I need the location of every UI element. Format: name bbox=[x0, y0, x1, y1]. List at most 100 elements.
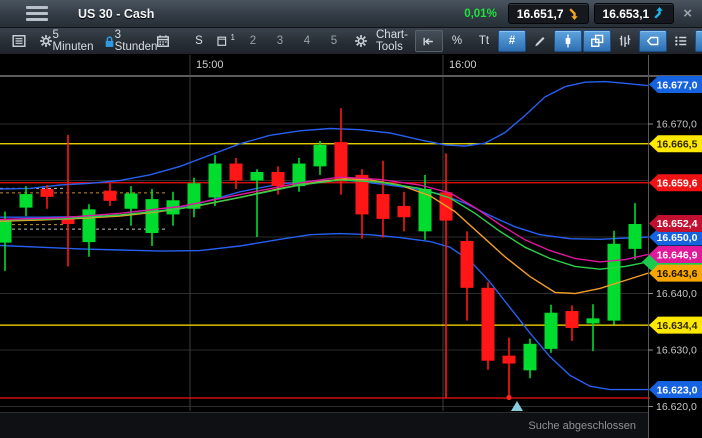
price-axis-label: 16.630,0 bbox=[656, 345, 697, 357]
bollinger-middle-line bbox=[0, 179, 649, 241]
layout-page-1-button[interactable]: 1 bbox=[213, 31, 239, 51]
hamburger-icon bbox=[26, 6, 48, 9]
price-tag-label: 16.677,0 bbox=[657, 79, 698, 91]
price-axis-label: 16.670,0 bbox=[656, 119, 697, 131]
status-message: Suche abgeschlossen bbox=[528, 420, 636, 432]
candle-body bbox=[544, 312, 558, 349]
eraser-button[interactable] bbox=[638, 30, 667, 52]
chart-window: US 30 - Cash 0,01% 16.651,7 16.653,1 × 5… bbox=[0, 0, 702, 438]
price-tag-label: 16.634,4 bbox=[657, 320, 698, 332]
candlestick-type-button[interactable] bbox=[553, 30, 582, 52]
overlapping-windows-icon bbox=[591, 34, 604, 47]
change-percent: 0,01% bbox=[464, 7, 497, 20]
snapshot-button[interactable]: S bbox=[186, 31, 212, 51]
price-tag-label: 16.643,6 bbox=[657, 268, 698, 280]
pattern-tool-button[interactable] bbox=[612, 31, 638, 51]
menu-button[interactable] bbox=[14, 0, 60, 27]
candle-body bbox=[460, 240, 474, 288]
layout-settings-button[interactable] bbox=[348, 31, 374, 51]
candle-body bbox=[82, 209, 96, 243]
candle-body bbox=[628, 224, 642, 249]
price-tag-label: 16.659,6 bbox=[657, 178, 698, 190]
instrument-title: US 30 - Cash bbox=[78, 6, 155, 21]
timeframe-dropdown[interactable]: 5 Minuten bbox=[53, 29, 94, 53]
price-up-arrow-icon bbox=[654, 7, 663, 19]
price-tag-label: 16.623,0 bbox=[657, 384, 698, 396]
price-down-arrow-icon bbox=[568, 8, 578, 20]
lock-icon bbox=[105, 35, 113, 47]
layout-page-2-button[interactable]: 2 bbox=[240, 31, 266, 51]
percent-scale-button[interactable]: % bbox=[444, 31, 470, 51]
watchlist-button[interactable] bbox=[6, 31, 32, 51]
sell-price-button[interactable]: 16.651,7 bbox=[507, 3, 589, 24]
undo-button[interactable] bbox=[414, 30, 443, 52]
page-icon bbox=[217, 36, 227, 46]
page-number: 3 bbox=[276, 35, 284, 47]
layers-lines-icon bbox=[675, 36, 687, 46]
crosshair-tool-button[interactable]: # bbox=[497, 30, 526, 52]
candle-body bbox=[124, 193, 138, 209]
ohlc-bars-icon bbox=[619, 35, 631, 47]
buy-price: 16.653,1 bbox=[602, 6, 650, 21]
candle-body bbox=[523, 343, 537, 371]
candle-body bbox=[334, 142, 348, 182]
list-icon bbox=[12, 35, 26, 47]
page-number: 2 bbox=[249, 35, 257, 47]
candle-body bbox=[19, 194, 33, 208]
title-bar: US 30 - Cash 0,01% 16.651,7 16.653,1 × bbox=[0, 0, 702, 28]
page-number: 5 bbox=[330, 35, 338, 47]
time-label: 15:00 bbox=[196, 59, 224, 71]
gear-icon bbox=[355, 35, 367, 47]
crosshair-icon: # bbox=[508, 35, 516, 47]
candle-body bbox=[481, 287, 495, 361]
price-tag-label: 16.646,9 bbox=[657, 249, 698, 261]
alert-dot-icon bbox=[506, 394, 512, 401]
draw-tool-button[interactable] bbox=[527, 31, 553, 51]
candlestick-icon bbox=[565, 34, 571, 48]
buy-price-button[interactable]: 16.653,1 bbox=[593, 3, 675, 24]
gear-icon bbox=[40, 35, 52, 47]
calendar-icon bbox=[157, 35, 169, 47]
candle-body bbox=[502, 355, 516, 364]
text-icon: Tt bbox=[478, 35, 490, 47]
layout-page-4-button[interactable]: 4 bbox=[294, 31, 320, 51]
candle-body bbox=[397, 205, 411, 218]
candlestick-chart[interactable]: 15:00 16:00 16.670,0 16.640,0 16.630,0 16.620… bbox=[0, 55, 702, 438]
hamburger-icon bbox=[26, 18, 48, 21]
percent-icon: % bbox=[451, 35, 463, 47]
calendar-button[interactable] bbox=[150, 31, 176, 51]
chart-area[interactable]: 15:00 16:00 16.670,0 16.640,0 16.630,0 16.620… bbox=[0, 55, 702, 438]
candle-body bbox=[145, 199, 159, 234]
candle-body bbox=[313, 144, 327, 167]
status-bar: Suche abgeschlossen bbox=[0, 412, 648, 438]
chart-tools-label: Chart-Tools bbox=[376, 29, 408, 53]
sell-price: 16.651,7 bbox=[516, 6, 564, 21]
range-dropdown[interactable]: 3 Stunden bbox=[115, 29, 158, 53]
close-icon[interactable]: × bbox=[683, 6, 692, 21]
price-tag-label: 16.666,5 bbox=[657, 139, 698, 151]
candle-body bbox=[565, 311, 579, 328]
layout-page-5-button[interactable]: 5 bbox=[321, 31, 347, 51]
layout-page-3-button[interactable]: 3 bbox=[267, 31, 293, 51]
toolbar: 5 Minuten 3 Stunden S 1 2 3 4 5 Chart-To… bbox=[0, 28, 702, 55]
compare-button[interactable] bbox=[582, 30, 611, 52]
page-number: 1 bbox=[230, 32, 235, 42]
candle-body bbox=[208, 163, 222, 198]
timeframe-label: 5 Minuten bbox=[52, 29, 94, 53]
time-label: 16:00 bbox=[449, 59, 477, 71]
candle-body bbox=[0, 220, 12, 243]
snapshot-label: S bbox=[195, 35, 203, 47]
edit-indicators-button[interactable] bbox=[694, 30, 702, 52]
text-tool-button[interactable]: Tt bbox=[471, 31, 497, 51]
page-number: 4 bbox=[303, 35, 311, 47]
candle-body bbox=[229, 163, 243, 181]
candle-body bbox=[586, 318, 600, 324]
candle-body bbox=[250, 172, 264, 181]
arrow-left-bar-icon bbox=[423, 37, 434, 45]
indicator-list-button[interactable] bbox=[668, 31, 694, 51]
pencil-icon bbox=[535, 36, 545, 47]
price-axis-label: 16.620,0 bbox=[656, 401, 697, 413]
price-tag-label: 16.650,0 bbox=[657, 232, 698, 244]
eraser-icon bbox=[646, 36, 659, 46]
candle-body bbox=[376, 194, 390, 219]
